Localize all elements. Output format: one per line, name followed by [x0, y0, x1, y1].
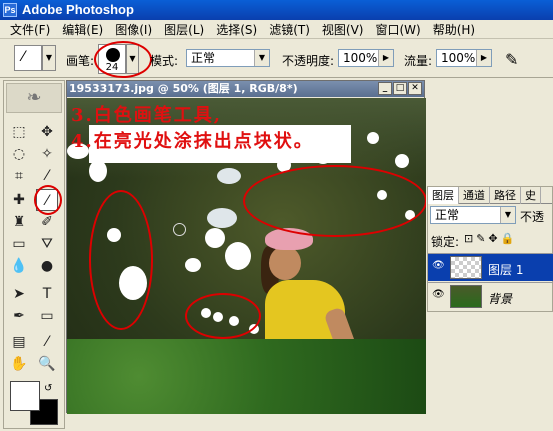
brush-tool-annotation-ellipse — [34, 185, 62, 215]
menu-filter[interactable]: 滤镜(T) — [263, 21, 316, 38]
healing-brush-icon[interactable]: ✚ — [8, 189, 30, 211]
minimize-button[interactable]: _ — [378, 82, 392, 95]
app-title: Adobe Photoshop — [22, 2, 134, 17]
tab-history[interactable]: 史 — [521, 187, 541, 204]
annotation-ellipse-center — [185, 293, 261, 339]
hand-tool-icon[interactable]: ✋ — [8, 353, 30, 375]
layer-row[interactable]: 👁 图层 1 — [428, 253, 553, 281]
magic-wand-icon[interactable]: ✧ — [36, 143, 58, 165]
brush-tool-icon: ⁄ — [22, 49, 25, 65]
feather-logo-icon: ❧ — [6, 83, 62, 113]
notes-tool-icon[interactable]: ▤ — [8, 331, 30, 353]
marquee-tool-icon[interactable]: ⬚ — [8, 121, 30, 143]
foreground-color-swatch[interactable] — [10, 381, 40, 411]
eraser-tool-icon[interactable]: ▭ — [8, 233, 30, 255]
options-bar: ⁄ ▼ 画笔: 24 ▼ 模式: 正常 ▼ 不透明度: 100% ▶ 流量: 1… — [0, 40, 553, 78]
chevron-down-icon: ▼ — [254, 50, 269, 66]
chevron-right-icon: ▶ — [476, 50, 491, 66]
brush-cursor-icon — [173, 223, 186, 236]
sky-gap — [207, 208, 237, 228]
layer-thumbnail — [450, 285, 482, 308]
menu-help[interactable]: 帮助(H) — [427, 21, 481, 38]
clone-stamp-icon[interactable]: ♜ — [8, 211, 30, 233]
slice-tool-icon[interactable]: ⁄ — [36, 165, 58, 187]
green-hedge — [67, 339, 426, 414]
face — [269, 246, 301, 280]
white-spot — [205, 228, 225, 248]
menu-view[interactable]: 视图(V) — [316, 21, 370, 38]
layers-panel: 图层 通道 路径 史 正常 ▼ 不透 锁定: ⊡✎✥🔒 👁 图层 1 👁 背景 — [427, 186, 553, 312]
layer-name: 图层 1 — [488, 263, 524, 277]
flow-value: 100% — [441, 51, 476, 65]
maximize-button[interactable]: □ — [393, 82, 407, 95]
layer-thumbnail — [450, 256, 482, 279]
zoom-tool-icon[interactable]: 🔍 — [36, 353, 58, 375]
chevron-down-icon: ▼ — [500, 207, 515, 223]
mode-select[interactable]: 正常 ▼ — [186, 49, 270, 67]
photoshop-logo-icon: Ps — [3, 3, 17, 17]
mode-label: 模式: — [150, 54, 179, 68]
lasso-tool-icon[interactable]: ◌ — [8, 143, 30, 165]
brush-label: 画笔: — [66, 54, 95, 68]
paint-bucket-icon[interactable]: ⛛ — [36, 233, 58, 255]
tool-preset-picker[interactable]: ⁄ — [14, 45, 42, 71]
toolbox: ❧ ⬚ ✥ ◌ ✧ ⌗ ⁄ ✚ ⁄ ♜ ✐ ▭ ⛛ 💧 ● ➤ T ✒ ▭ ▤ … — [3, 80, 65, 429]
blur-tool-icon[interactable]: 💧 — [8, 255, 30, 277]
document-title: 19533173.jpg @ 50% (图层 1, RGB/8*) — [69, 82, 298, 95]
opacity-label: 不透明度: — [282, 54, 335, 68]
blend-mode-value: 正常 — [435, 208, 460, 222]
swap-colors-icon[interactable]: ↺ — [44, 383, 52, 394]
annotation-ellipse-left — [89, 190, 153, 330]
lock-label: 锁定: — [431, 235, 460, 249]
tab-layers[interactable]: 图层 — [428, 187, 459, 204]
menu-layer[interactable]: 图层(L) — [158, 21, 210, 38]
tool-preset-dropdown[interactable]: ▼ — [42, 45, 56, 71]
white-spot — [367, 132, 379, 144]
crop-tool-icon[interactable]: ⌗ — [8, 165, 30, 187]
brush-annotation-ellipse — [94, 41, 152, 78]
panel-tabs: 图层 通道 路径 史 — [428, 187, 552, 204]
dodge-tool-icon[interactable]: ● — [36, 255, 58, 277]
flow-label: 流量: — [404, 54, 433, 68]
annotation-step-4: 4.在亮光处涂抹出点块状。 — [71, 131, 314, 152]
layer-name: 背景 — [488, 292, 513, 306]
menu-window[interactable]: 窗口(W) — [369, 21, 426, 38]
white-spot — [89, 160, 107, 182]
menu-edit[interactable]: 编辑(E) — [56, 21, 109, 38]
lock-icons[interactable]: ⊡✎✥🔒 — [464, 232, 517, 245]
eye-icon[interactable]: 👁 — [432, 290, 445, 300]
chevron-right-icon: ▶ — [378, 50, 393, 66]
layer-blend-mode-select[interactable]: 正常 ▼ — [430, 206, 516, 224]
annotation-step-3: 3.白色画笔工具, — [71, 105, 223, 126]
pen-tool-icon[interactable]: ✒ — [8, 305, 30, 327]
airbrush-icon[interactable]: ✎ — [505, 50, 518, 69]
eye-icon[interactable]: 👁 — [432, 261, 445, 271]
opacity-value: 100% — [343, 51, 378, 65]
menu-file[interactable]: 文件(F) — [4, 21, 56, 38]
tab-channels[interactable]: 通道 — [459, 187, 490, 204]
white-spot — [225, 242, 251, 270]
layer-row[interactable]: 👁 背景 — [428, 282, 553, 310]
path-select-icon[interactable]: ➤ — [8, 283, 30, 305]
move-tool-icon[interactable]: ✥ — [36, 121, 58, 143]
eyedropper-icon[interactable]: ⁄ — [36, 331, 58, 353]
tab-paths[interactable]: 路径 — [490, 187, 521, 204]
sky-gap — [217, 168, 241, 184]
opacity-input[interactable]: 100% ▶ — [338, 49, 394, 67]
layer-opacity-label: 不透 — [520, 210, 545, 224]
document-window: 19533173.jpg @ 50% (图层 1, RGB/8*) _ □ ✕ — [66, 80, 426, 414]
menu-bar: 文件(F) 编辑(E) 图像(I) 图层(L) 选择(S) 滤镜(T) 视图(V… — [0, 20, 553, 39]
white-spot — [185, 258, 201, 272]
app-title-bar: Ps Adobe Photoshop — [0, 0, 553, 20]
menu-select[interactable]: 选择(S) — [210, 21, 263, 38]
flow-input[interactable]: 100% ▶ — [436, 49, 492, 67]
type-tool-icon[interactable]: T — [36, 283, 58, 305]
menu-image[interactable]: 图像(I) — [109, 21, 158, 38]
document-title-bar: 19533173.jpg @ 50% (图层 1, RGB/8*) _ □ ✕ — [67, 81, 424, 97]
annotation-ellipse-right — [243, 165, 426, 237]
mode-value: 正常 — [191, 51, 216, 65]
white-spot — [395, 154, 409, 168]
shape-tool-icon[interactable]: ▭ — [36, 305, 58, 327]
close-button[interactable]: ✕ — [408, 82, 422, 95]
